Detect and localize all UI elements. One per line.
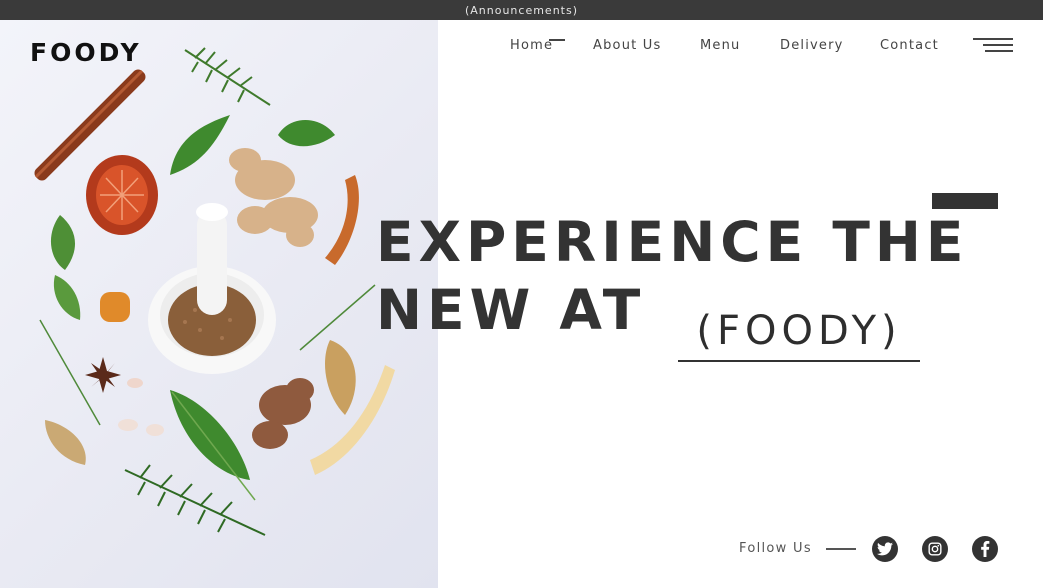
nav-delivery[interactable]: Delivery [780,38,844,53]
hamburger-line [983,44,1013,46]
announcement-text: (Announcements) [464,3,579,17]
follow-divider [826,548,856,550]
follow-us-label: Follow Us [739,541,812,556]
facebook-icon[interactable] [972,536,998,562]
announcement-bar: (Announcements) [0,0,1043,20]
nav-contact[interactable]: Contact [880,38,939,53]
brand-tag: (FOODY) [696,308,902,354]
hamburger-line [973,38,1013,40]
site-logo[interactable]: FOODY [30,38,142,67]
hamburger-line [985,50,1013,52]
facebook-glyph [981,541,990,557]
hamburger-icon[interactable] [973,37,1013,53]
spices-illustration [34,47,395,536]
instagram-glyph [928,542,942,556]
hero-image [0,20,438,588]
twitter-glyph [877,542,893,556]
home-active-indicator [549,39,565,41]
brand-underline [678,360,920,362]
headline-line-1: EXPERIENCE THE [376,210,969,274]
twitter-icon[interactable] [872,536,898,562]
instagram-icon[interactable] [922,536,948,562]
nav-menu[interactable]: Menu [700,38,741,53]
nav-home[interactable]: Home [510,38,553,53]
nav-about-us[interactable]: About Us [593,38,661,53]
accent-bar [932,193,998,209]
